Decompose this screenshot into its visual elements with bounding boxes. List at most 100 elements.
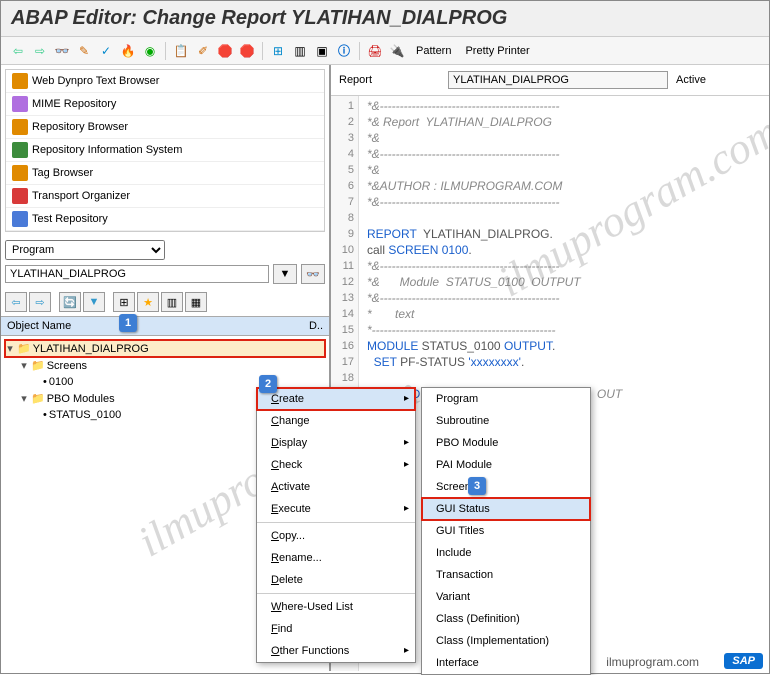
object-type-select[interactable]: Program <box>5 240 165 260</box>
ctx-item-paimodule[interactable]: PAI Module <box>422 454 590 476</box>
nav-icon <box>12 142 28 158</box>
pattern-button[interactable]: Pattern <box>416 45 451 57</box>
report-name-field[interactable] <box>448 71 668 89</box>
ctx-item-delete[interactable]: Delete <box>257 569 415 591</box>
ctx-item-display[interactable]: Display <box>257 432 415 454</box>
ctx-item-guistatus[interactable]: GUI Status <box>422 498 590 520</box>
display-list-icon[interactable]: ▥ <box>291 42 309 60</box>
nav-icon <box>12 188 28 204</box>
tree-folder-label: PBO Modules <box>47 393 115 405</box>
nav-item[interactable]: Web Dynpro Text Browser <box>6 70 324 93</box>
nav-label: Test Repository <box>32 213 108 225</box>
tree-expand-icon[interactable]: ▼ <box>83 292 105 312</box>
ctx-item-pbomodule[interactable]: PBO Module <box>422 432 590 454</box>
report-label: Report <box>339 74 372 86</box>
ctx-item-otherfunctions[interactable]: Other Functions <box>257 640 415 662</box>
breakpoint-icon[interactable]: 🛑 <box>216 42 234 60</box>
main-toolbar: ⇦ ⇨ 👓 ✎ ✓ 🔥 ◉ 📋 ✐ 🛑 🛑 ⊞ ▥ ▣ ⓘ 🖨 🔌 Patter… <box>1 37 769 65</box>
tree-leaf-label: STATUS_0100 <box>49 409 121 421</box>
ctx-item-activate[interactable]: Activate <box>257 476 415 498</box>
check-icon[interactable]: ✐ <box>194 42 212 60</box>
nav-label: Transport Organizer <box>32 190 130 202</box>
enhance-icon[interactable]: 🔌 <box>388 42 406 60</box>
where-used-icon[interactable]: 📋 <box>172 42 190 60</box>
ctx-item-change[interactable]: Change <box>257 410 415 432</box>
nav-label: Repository Information System <box>32 144 182 156</box>
tree-fav-icon[interactable]: ★ <box>137 292 159 312</box>
nav-icon <box>12 165 28 181</box>
transport-icon[interactable]: 🖨 <box>366 42 384 60</box>
nav-label: MIME Repository <box>32 98 116 110</box>
tree-back-icon[interactable]: ⇦ <box>5 292 27 312</box>
tree-leaf-label: 0100 <box>49 376 73 388</box>
ctx-item-copy[interactable]: Copy... <box>257 525 415 547</box>
tree-root-label: YLATIHAN_DIALPROG <box>33 343 149 355</box>
tree-folder-screens[interactable]: ▾📁 Screens <box>5 357 325 374</box>
tree-filter-icon[interactable]: ▥ <box>161 292 183 312</box>
dropdown-button[interactable]: ▼ <box>273 264 297 284</box>
nav-list: Web Dynpro Text Browser MIME Repository Re… <box>5 69 325 232</box>
tree-more-icon[interactable]: ▦ <box>185 292 207 312</box>
tree-refresh-icon[interactable]: 🔄 <box>59 292 81 312</box>
ctx-item-classdefinition[interactable]: Class (Definition) <box>422 608 590 630</box>
ctx-separator <box>257 522 415 523</box>
nav-item[interactable]: Repository Browser <box>6 116 324 139</box>
ctx-item-screen[interactable]: Screen <box>422 476 590 498</box>
fullscreen-icon[interactable]: ▣ <box>313 42 331 60</box>
nav-item[interactable]: Repository Information System <box>6 139 324 162</box>
report-header: Report Active <box>331 65 769 96</box>
nav-icon <box>12 119 28 135</box>
toolbar-separator <box>165 42 166 60</box>
ctx-item-find[interactable]: Find <box>257 618 415 640</box>
ctx-item-transaction[interactable]: Transaction <box>422 564 590 586</box>
hierarchy-icon[interactable]: ⊞ <box>269 42 287 60</box>
ctx-item-classimplementation[interactable]: Class (Implementation) <box>422 630 590 652</box>
ctx-item-whereusedlist[interactable]: Where-Used List <box>257 596 415 618</box>
ctx-item-interface[interactable]: Interface <box>422 652 590 674</box>
pretty-printer-button[interactable]: Pretty Printer <box>465 45 529 57</box>
ctx-item-check[interactable]: Check <box>257 454 415 476</box>
toolbar-separator <box>359 42 360 60</box>
nav-item[interactable]: MIME Repository <box>6 93 324 116</box>
execute-icon[interactable]: ◉ <box>141 42 159 60</box>
nav-icon <box>12 96 28 112</box>
nav-item[interactable]: Test Repository <box>6 208 324 231</box>
back-icon[interactable]: ⇦ <box>9 42 27 60</box>
glasses-button[interactable]: 👓 <box>301 264 325 284</box>
object-name-input[interactable] <box>5 265 269 283</box>
activate-icon[interactable]: 🔥 <box>119 42 137 60</box>
report-status: Active <box>676 74 706 86</box>
tree-header: Object Name D.. 1 <box>1 316 329 336</box>
ctx-item-create[interactable]: Create <box>257 388 415 410</box>
tree-root[interactable]: ▾📁 YLATIHAN_DIALPROG <box>5 340 325 357</box>
tree-fwd-icon[interactable]: ⇨ <box>29 292 51 312</box>
ctx-item-guititles[interactable]: GUI Titles <box>422 520 590 542</box>
tree-header-desc: D.. <box>309 320 323 332</box>
sap-logo: SAP <box>724 653 763 669</box>
ctx-item-execute[interactable]: Execute <box>257 498 415 520</box>
ctx-item-variant[interactable]: Variant <box>422 586 590 608</box>
context-menu-create: ProgramSubroutinePBO ModulePAI ModuleScr… <box>421 387 591 675</box>
forward-icon[interactable]: ⇨ <box>31 42 49 60</box>
nav-label: Tag Browser <box>32 167 93 179</box>
nav-item[interactable]: Transport Organizer <box>6 185 324 208</box>
debug-icon[interactable]: 🛑 <box>238 42 256 60</box>
other-icon[interactable]: ✓ <box>97 42 115 60</box>
ctx-item-rename[interactable]: Rename... <box>257 547 415 569</box>
ctx-separator <box>257 593 415 594</box>
tree-hierarchy-icon[interactable]: ⊞ <box>113 292 135 312</box>
nav-icon <box>12 73 28 89</box>
ctx-item-program[interactable]: Program <box>422 388 590 410</box>
ctx-item-subroutine[interactable]: Subroutine <box>422 410 590 432</box>
callout-2: 2 <box>259 375 277 393</box>
help-icon[interactable]: ⓘ <box>335 42 353 60</box>
toolbar-separator <box>262 42 263 60</box>
active-icon[interactable]: ✎ <box>75 42 93 60</box>
ctx-item-include[interactable]: Include <box>422 542 590 564</box>
nav-label: Web Dynpro Text Browser <box>32 75 159 87</box>
nav-icon <box>12 211 28 227</box>
context-menu-main: CreateChangeDisplayCheckActivateExecute C… <box>256 387 416 663</box>
nav-item[interactable]: Tag Browser <box>6 162 324 185</box>
tree-folder-label: Screens <box>47 360 87 372</box>
display-icon[interactable]: 👓 <box>53 42 71 60</box>
